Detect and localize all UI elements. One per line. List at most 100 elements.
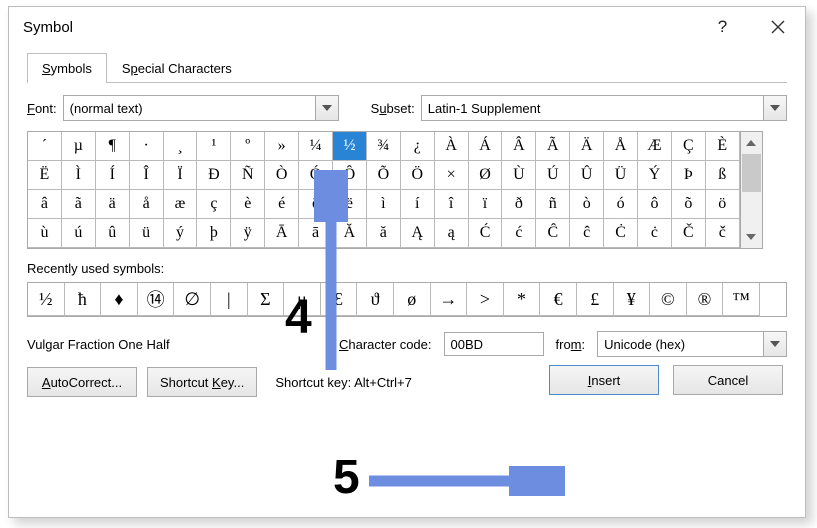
symbol-cell[interactable]: ý [164, 219, 198, 248]
scroll-down-button[interactable] [741, 226, 762, 248]
recent-symbol-cell[interactable]: → [431, 283, 468, 316]
symbol-cell[interactable]: ą [435, 219, 469, 248]
recent-symbol-cell[interactable]: £ [577, 283, 614, 316]
symbol-cell[interactable]: ì [367, 190, 401, 219]
recent-symbol-cell[interactable]: ϑ [357, 283, 394, 316]
subset-dropdown-button[interactable] [763, 95, 787, 121]
recent-symbol-cell[interactable]: | [211, 283, 248, 316]
symbol-cell[interactable]: Ç [672, 132, 706, 161]
scroll-up-button[interactable] [741, 132, 762, 154]
close-button[interactable] [750, 7, 805, 47]
subset-input[interactable] [421, 95, 763, 121]
help-button[interactable]: ? [695, 7, 750, 47]
symbol-cell[interactable]: ĉ [570, 219, 604, 248]
symbol-cell[interactable]: Æ [638, 132, 672, 161]
symbol-cell[interactable]: ã [62, 190, 96, 219]
symbol-cell[interactable]: Û [570, 161, 604, 190]
symbol-cell[interactable]: ¹ [197, 132, 231, 161]
cancel-button[interactable]: Cancel [673, 365, 783, 395]
symbol-cell[interactable]: À [435, 132, 469, 161]
from-dropdown-button[interactable] [763, 331, 787, 357]
symbol-cell[interactable]: ö [706, 190, 740, 219]
symbol-cell[interactable]: Ã [536, 132, 570, 161]
symbol-cell[interactable]: ¿ [401, 132, 435, 161]
from-combo[interactable] [597, 331, 787, 357]
scroll-track[interactable] [741, 154, 762, 226]
symbol-cell[interactable]: Ä [570, 132, 604, 161]
symbol-cell[interactable]: ù [28, 219, 62, 248]
symbol-cell[interactable]: Á [469, 132, 503, 161]
symbol-cell[interactable]: ñ [536, 190, 570, 219]
symbol-cell[interactable]: · [130, 132, 164, 161]
recent-symbol-cell[interactable]: ∅ [174, 283, 211, 316]
symbol-cell[interactable]: Ë [28, 161, 62, 190]
symbol-cell[interactable]: Č [672, 219, 706, 248]
symbol-cell[interactable]: ä [96, 190, 130, 219]
symbol-cell[interactable]: Ú [536, 161, 570, 190]
shortcut-key-button[interactable]: Shortcut Key... [147, 367, 257, 397]
symbol-cell[interactable]: ă [367, 219, 401, 248]
recent-symbol-cell[interactable]: ™ [723, 283, 760, 316]
symbol-cell[interactable]: µ [62, 132, 96, 161]
symbol-cell[interactable]: ¾ [367, 132, 401, 161]
symbol-cell[interactable]: ï [469, 190, 503, 219]
scroll-thumb[interactable] [742, 154, 761, 192]
symbol-cell[interactable]: ò [570, 190, 604, 219]
recent-symbols-grid[interactable]: ½ħ♦⑭∅|ΣμƐϑø→>*€£¥©®™ [27, 282, 787, 317]
recent-symbol-cell[interactable]: ® [687, 283, 724, 316]
symbol-cell[interactable]: Ý [638, 161, 672, 190]
symbol-cell[interactable]: í [401, 190, 435, 219]
symbol-cell[interactable]: ¶ [96, 132, 130, 161]
symbol-cell[interactable]: Ð [197, 161, 231, 190]
symbol-cell[interactable]: õ [672, 190, 706, 219]
symbol-cell[interactable]: Ć [469, 219, 503, 248]
symbol-cell[interactable]: þ [197, 219, 231, 248]
tab-symbols[interactable]: Symbols [27, 53, 107, 82]
recent-symbol-cell[interactable]: * [504, 283, 541, 316]
autocorrect-button[interactable]: AutoCorrect... [27, 367, 137, 397]
symbol-cell[interactable]: æ [164, 190, 198, 219]
symbol-cell[interactable]: ð [502, 190, 536, 219]
symbol-cell[interactable]: Ĉ [536, 219, 570, 248]
symbol-cell[interactable]: ô [638, 190, 672, 219]
symbol-cell[interactable]: Í [96, 161, 130, 190]
recent-symbol-cell[interactable]: ♦ [101, 283, 138, 316]
symbol-cell[interactable]: Â [502, 132, 536, 161]
subset-combo[interactable] [421, 95, 787, 121]
symbol-cell[interactable]: Ñ [231, 161, 265, 190]
font-combo[interactable] [63, 95, 339, 121]
symbol-cell[interactable]: Ċ [604, 219, 638, 248]
symbol-grid[interactable]: ´µ¶·¸¹º»¼½¾¿ÀÁÂÃÄÅÆÇÈËÌÍÎÏÐÑÒÓÔÕÖ×ØÙÚÛÜÝ… [27, 131, 741, 249]
symbol-cell[interactable]: º [231, 132, 265, 161]
symbol-cell[interactable]: Ì [62, 161, 96, 190]
recent-symbol-cell[interactable]: € [540, 283, 577, 316]
symbol-cell[interactable]: è [231, 190, 265, 219]
symbol-cell[interactable]: Ą [401, 219, 435, 248]
symbol-cell[interactable]: ¼ [299, 132, 333, 161]
symbol-cell[interactable]: Ø [469, 161, 503, 190]
char-code-input[interactable] [444, 332, 544, 356]
symbol-cell[interactable]: ç [197, 190, 231, 219]
symbol-cell[interactable]: Õ [367, 161, 401, 190]
symbol-cell[interactable]: ċ [638, 219, 672, 248]
symbol-cell[interactable]: Ù [502, 161, 536, 190]
symbol-cell[interactable]: ć [502, 219, 536, 248]
symbol-cell[interactable]: Ü [604, 161, 638, 190]
symbol-cell[interactable]: ÿ [231, 219, 265, 248]
symbol-cell[interactable]: å [130, 190, 164, 219]
recent-symbol-cell[interactable]: Σ [248, 283, 285, 316]
symbol-cell[interactable]: û [96, 219, 130, 248]
symbol-cell[interactable]: â [28, 190, 62, 219]
symbol-cell[interactable]: é [265, 190, 299, 219]
symbol-cell[interactable]: ´ [28, 132, 62, 161]
symbol-cell[interactable]: ú [62, 219, 96, 248]
symbol-cell[interactable]: Ā [265, 219, 299, 248]
symbol-cell[interactable]: Ï [164, 161, 198, 190]
symbol-cell[interactable]: î [435, 190, 469, 219]
symbol-cell[interactable]: È [706, 132, 740, 161]
symbol-grid-scrollbar[interactable] [741, 131, 763, 249]
recent-symbol-cell[interactable]: © [650, 283, 687, 316]
insert-button[interactable]: Insert [549, 365, 659, 395]
recent-symbol-cell[interactable]: ½ [28, 283, 65, 316]
recent-symbol-cell[interactable]: > [467, 283, 504, 316]
